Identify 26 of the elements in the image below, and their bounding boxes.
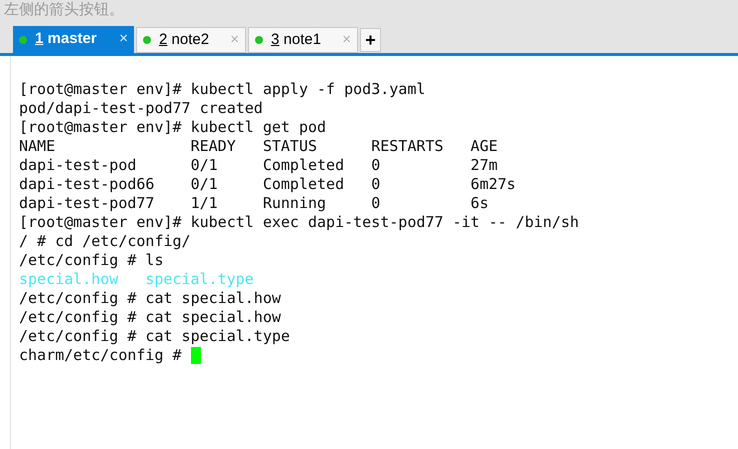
tab-label: 3 note1 <box>271 30 322 50</box>
terminal-line: pod/dapi-test-pod77 created <box>19 99 263 118</box>
terminal-line: / # cd /etc/config/ <box>19 232 191 251</box>
new-tab-button[interactable]: + <box>360 28 381 52</box>
terminal-line: charm/etc/config # <box>19 346 183 365</box>
terminal-line: dapi-test-pod 0/1 Completed 0 27m <box>19 156 498 175</box>
file-name: special.type <box>145 270 254 289</box>
terminal-line: NAME READY STATUS RESTARTS AGE <box>19 137 498 156</box>
file-name: special.how <box>19 270 118 289</box>
terminal-line: /etc/config # cat special.type <box>19 327 290 346</box>
tab-label: 1 master <box>35 29 97 50</box>
terminal-tab[interactable]: 1 master × <box>13 26 134 53</box>
cursor-block <box>190 347 201 364</box>
terminal-line: /etc/config # cat special.how <box>19 289 281 308</box>
hint-text: 左侧的箭头按钮。 <box>3 0 124 20</box>
terminal-line: [root@master env]# kubectl apply -f pod3.yaml <box>19 80 426 99</box>
terminal-line: /etc/config # ls <box>19 251 164 270</box>
terminal-tab[interactable]: 3 note1 × <box>248 27 358 53</box>
terminal-line: /etc/config # cat special.how <box>19 308 281 327</box>
tab-label: 2 note2 <box>159 30 210 50</box>
close-icon[interactable]: × <box>119 28 128 51</box>
terminal-line: dapi-test-pod77 1/1 Running 0 6s <box>19 194 489 213</box>
terminal-line: [root@master env]# kubectl exec dapi-test-pod77 -it -- /bin/sh <box>19 213 579 232</box>
terminal-tab[interactable]: 2 note2 × <box>136 27 246 53</box>
terminal-line: dapi-test-pod66 0/1 Completed 0 6m27s <box>19 175 516 194</box>
terminal-line: [root@master env]# kubectl get pod <box>19 118 326 137</box>
